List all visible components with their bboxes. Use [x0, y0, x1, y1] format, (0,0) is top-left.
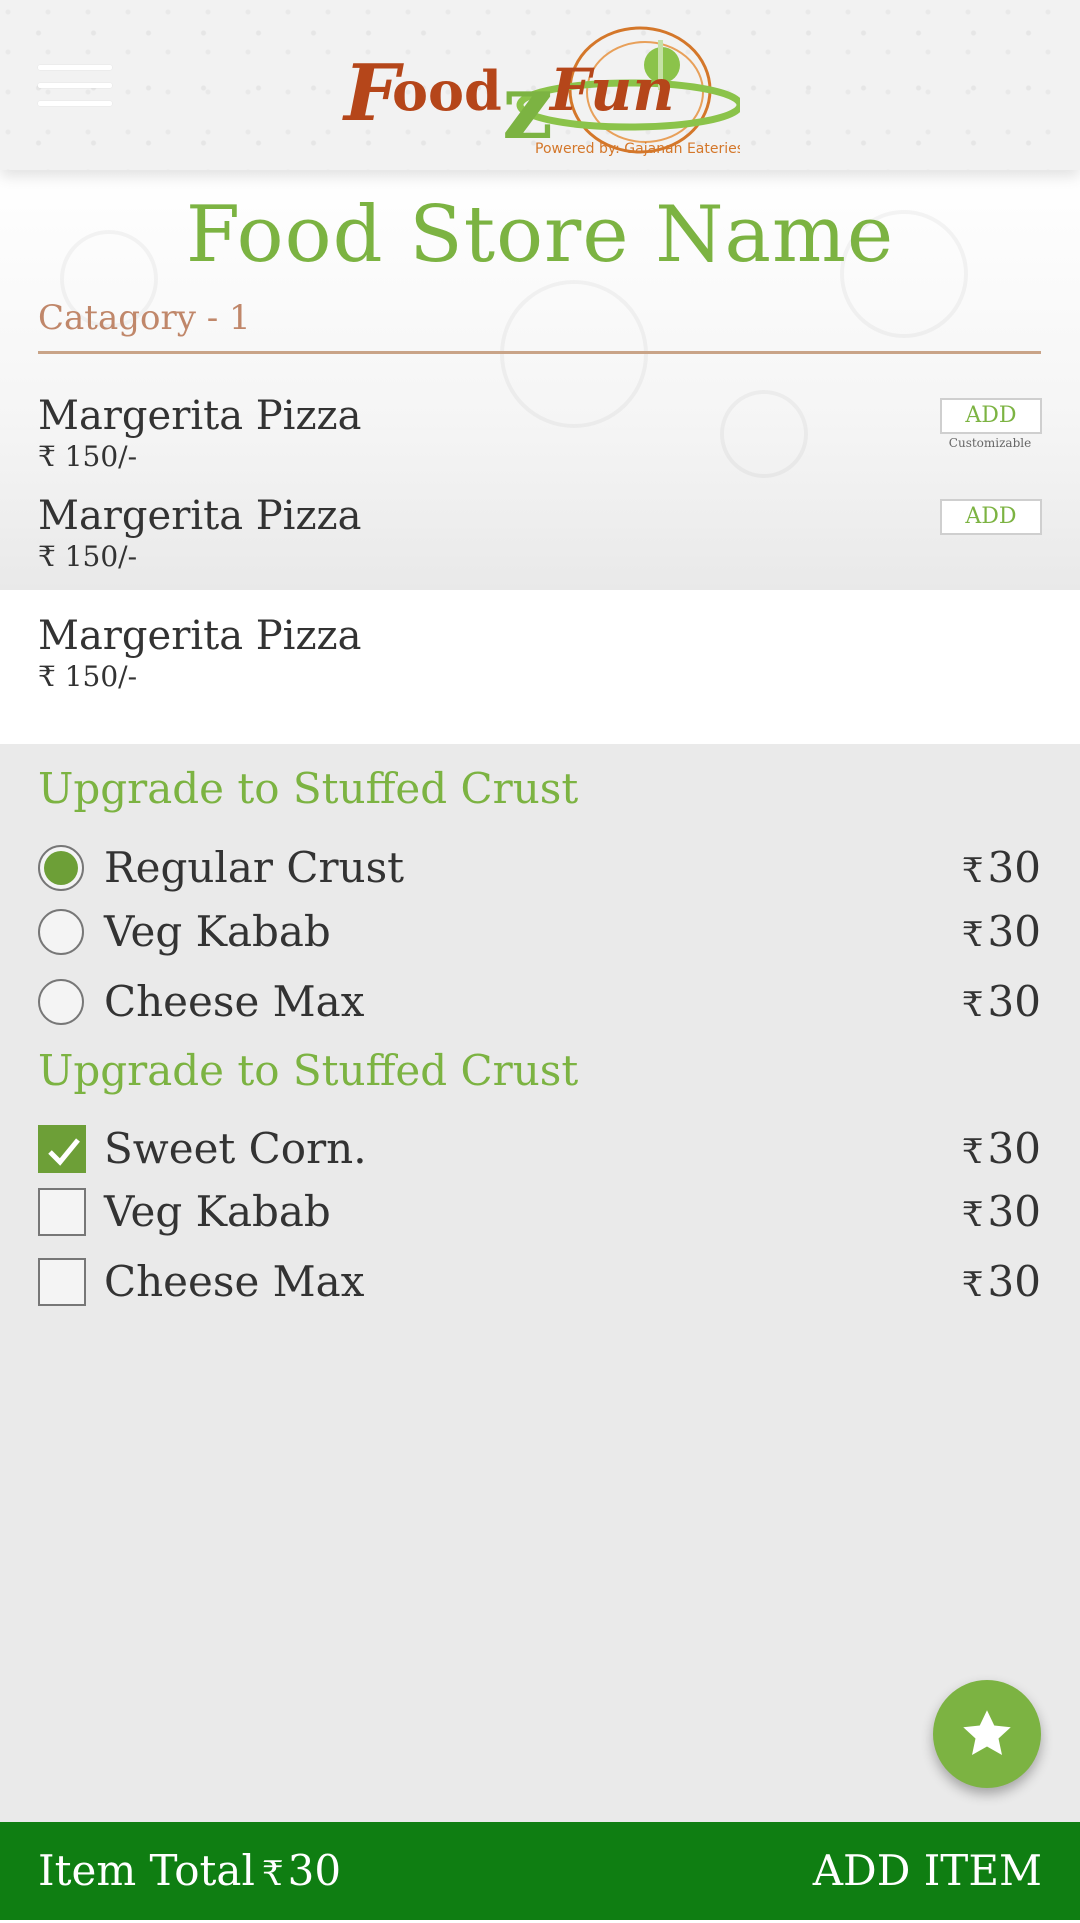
checkbox[interactable] [38, 1125, 86, 1173]
radio-option-cheese-max[interactable]: Cheese Max ₹30 [38, 974, 1041, 1030]
customizable-note: Customizable [948, 436, 1032, 450]
add-item-button[interactable]: ADD ITEM [813, 1822, 1042, 1920]
menu-item: Margerita Pizza ₹ 150/- [38, 392, 361, 474]
item-name: Margerita Pizza [38, 613, 362, 659]
menu-item: Margerita Pizza ₹ 150/- [38, 492, 361, 574]
option-price: ₹30 [961, 1187, 1041, 1236]
option-price: ₹30 [961, 1124, 1041, 1173]
item-price: ₹ 150/- [38, 660, 138, 693]
favorite-fab-button[interactable] [933, 1680, 1041, 1788]
checkbox-option-veg-kabab[interactable]: Veg Kabab ₹30 [38, 1184, 1041, 1240]
option-price: ₹30 [961, 1257, 1041, 1306]
option-label: Veg Kabab [104, 907, 331, 956]
radio-button[interactable] [38, 979, 84, 1025]
add-button[interactable]: ADD [940, 499, 1042, 535]
item-total-value: ₹30 [262, 1846, 342, 1895]
checkbox[interactable] [38, 1258, 86, 1306]
svg-text:Powered by: Gajanan Eateries: Powered by: Gajanan Eateries [535, 141, 740, 157]
checkbox[interactable] [38, 1188, 86, 1236]
option-price: ₹30 [961, 907, 1041, 956]
radio-button[interactable] [38, 909, 84, 955]
option-price: ₹30 [961, 977, 1041, 1026]
option-label: Cheese Max [104, 1257, 365, 1306]
option-group-title: Upgrade to Stuffed Crust [38, 764, 579, 813]
svg-text:ood: ood [392, 59, 502, 123]
item-name: Margerita Pizza [38, 393, 362, 439]
option-label: Veg Kabab [104, 1187, 331, 1236]
add-button[interactable]: ADD [940, 398, 1042, 434]
hamburger-menu-icon[interactable] [38, 65, 112, 115]
store-name: Food Store Name [185, 190, 895, 280]
option-group-title: Upgrade to Stuffed Crust [38, 1046, 579, 1095]
checkmark-icon [48, 1138, 80, 1166]
option-price: ₹30 [961, 843, 1041, 892]
bottom-bar: Item Total ₹30 ADD ITEM [0, 1822, 1080, 1920]
category-title: Catagory - 1 [38, 298, 251, 338]
menu-item: Margerita Pizza ₹ 150/- [38, 612, 361, 694]
item-name: Margerita Pizza [38, 493, 362, 539]
item-price: ₹ 150/- [38, 540, 138, 573]
item-total-label: Item Total [38, 1846, 255, 1895]
app-header: F ood z Fun Powered by: Gajanan Eateries [0, 0, 1080, 170]
item-price: ₹ 150/- [38, 440, 138, 473]
customization-panel: Upgrade to Stuffed Crust Regular Crust ₹… [0, 744, 1080, 1822]
option-label: Sweet Corn. [104, 1124, 367, 1173]
radio-option-regular-crust[interactable]: Regular Crust ₹30 [38, 840, 1041, 896]
radio-button[interactable] [38, 845, 84, 891]
foodzfun-logo: F ood z Fun Powered by: Gajanan Eateries [342, 26, 740, 160]
checkbox-option-cheese-max[interactable]: Cheese Max ₹30 [38, 1254, 1041, 1310]
radio-option-veg-kabab[interactable]: Veg Kabab ₹30 [38, 904, 1041, 960]
category-divider [38, 351, 1041, 354]
option-label: Cheese Max [104, 977, 365, 1026]
checkbox-option-sweet-corn[interactable]: Sweet Corn. ₹30 [38, 1121, 1041, 1177]
option-label: Regular Crust [104, 843, 405, 892]
star-icon [963, 1710, 1011, 1755]
svg-text:Fun: Fun [548, 56, 675, 124]
